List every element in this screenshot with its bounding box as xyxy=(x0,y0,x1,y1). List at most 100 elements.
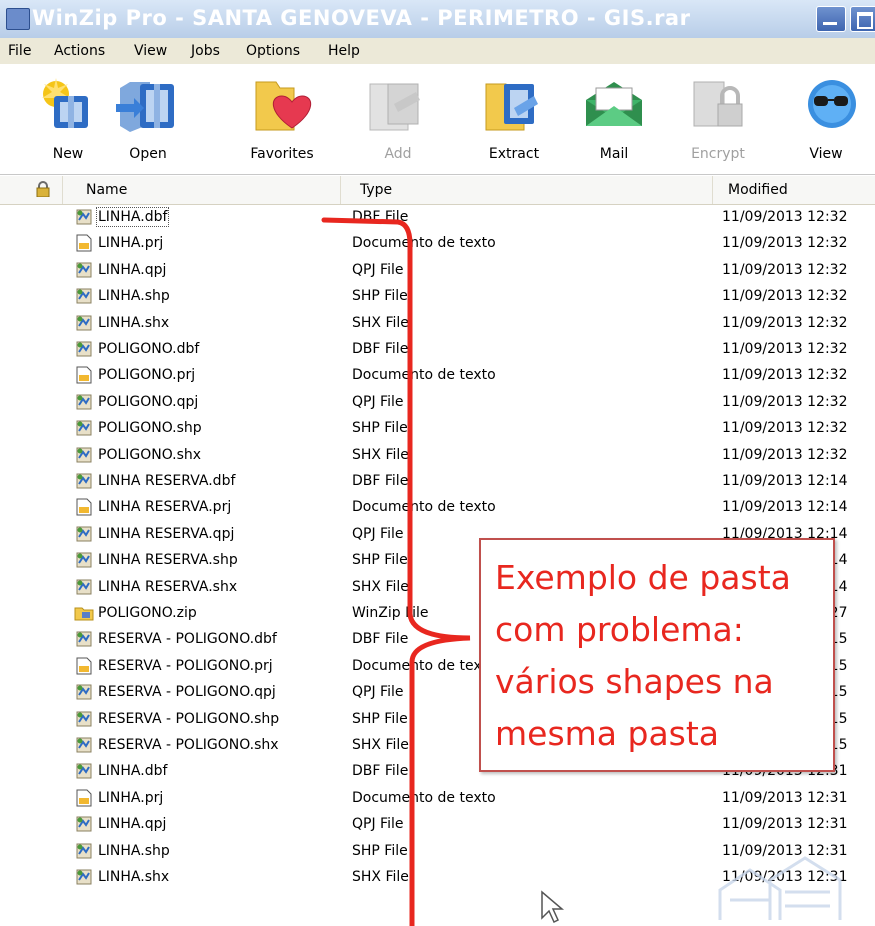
file-modified: 11/09/2013 12:32 xyxy=(722,446,848,463)
file-name: LINHA.dbf xyxy=(95,207,170,227)
text-document-icon xyxy=(74,498,94,516)
favorites-icon xyxy=(255,81,311,131)
menu-file[interactable]: File xyxy=(8,43,31,59)
shapefile-icon xyxy=(74,261,94,279)
new-archive-icon xyxy=(42,78,88,128)
file-name: LINHA.shx xyxy=(98,314,170,331)
file-name: LINHA RESERVA.shx xyxy=(98,578,238,595)
red-bracket-annotation xyxy=(321,217,471,926)
file-modified: 11/09/2013 12:32 xyxy=(722,288,848,305)
column-modified[interactable]: Modified xyxy=(728,182,788,198)
file-modified: 11/09/2013 12:32 xyxy=(722,341,848,357)
minimize-button[interactable] xyxy=(816,6,846,32)
shapefile-icon xyxy=(74,710,94,728)
file-list-header: Name Type Modified xyxy=(0,176,875,205)
extract-label: Extract xyxy=(488,146,540,162)
menu-jobs[interactable]: Jobs xyxy=(191,43,220,59)
extract-icon xyxy=(485,83,538,131)
favorites-label: Favorites xyxy=(250,146,314,162)
favorites-button[interactable]: Favorites xyxy=(240,74,324,162)
shapefile-icon xyxy=(74,578,94,596)
annotation-line-1: Exemplo de pasta xyxy=(495,558,791,597)
add-icon xyxy=(369,83,420,131)
open-label: Open xyxy=(129,146,167,162)
encrypt-label: Encrypt xyxy=(691,146,745,162)
shapefile-icon xyxy=(74,630,94,648)
file-modified: 11/09/2013 12:32 xyxy=(722,420,848,437)
file-name: POLIGONO.qpj xyxy=(98,393,199,410)
file-name: RESERVA - POLIGONO.dbf xyxy=(98,631,277,648)
annotation-line-3: vários shapes na xyxy=(495,662,774,701)
window-title: WinZip Pro - SANTA GENOVEVA - PERIMETRO … xyxy=(32,6,691,30)
file-name: LINHA.shp xyxy=(98,288,170,305)
text-document-icon xyxy=(74,657,94,675)
file-modified: 11/09/2013 12:32 xyxy=(722,393,848,410)
shapefile-icon xyxy=(74,393,94,411)
menu-options[interactable]: Options xyxy=(246,43,300,59)
zip-archive-icon xyxy=(74,604,94,622)
file-name: LINHA.prj xyxy=(98,235,164,252)
mail-label: Mail xyxy=(599,146,629,162)
text-document-icon xyxy=(74,366,94,384)
file-modified: 11/09/2013 12:32 xyxy=(722,235,848,252)
file-name: POLIGONO.zip xyxy=(98,605,197,621)
extract-button[interactable]: Extract xyxy=(472,74,556,162)
file-name: POLIGONO.prj xyxy=(98,367,196,384)
view-button[interactable]: View xyxy=(784,74,868,162)
file-name: LINHA.prj xyxy=(98,789,164,806)
open-button[interactable]: Open xyxy=(106,74,190,162)
file-name: RESERVA - POLIGONO.shx xyxy=(98,737,279,753)
menu-actions[interactable]: Actions xyxy=(54,43,105,59)
file-name: LINHA RESERVA.shp xyxy=(98,552,238,569)
file-modified: 11/09/2013 12:32 xyxy=(722,367,848,384)
file-name: RESERVA - POLIGONO.prj xyxy=(98,657,273,674)
shapefile-icon xyxy=(74,683,94,701)
annotation-line-4: mesma pasta xyxy=(495,714,720,753)
file-name: LINHA.shx xyxy=(98,869,170,885)
winzip-app-icon xyxy=(6,8,30,30)
mouse-cursor-icon xyxy=(541,890,565,924)
file-name: POLIGONO.shx xyxy=(98,446,202,463)
menu-help[interactable]: Help xyxy=(328,43,360,59)
shapefile-icon xyxy=(74,340,94,358)
new-button[interactable]: New xyxy=(26,74,110,162)
menu-bar: File Actions View Jobs Options Help xyxy=(0,38,875,64)
file-name: LINHA RESERVA.prj xyxy=(98,499,232,516)
shapefile-icon xyxy=(74,815,94,833)
shapefile-icon xyxy=(74,208,94,226)
file-name: LINHA RESERVA.dbf xyxy=(98,473,236,489)
file-name: LINHA.qpj xyxy=(98,261,167,278)
shapefile-icon xyxy=(74,762,94,780)
file-name: LINHA.shp xyxy=(98,842,170,859)
menu-view[interactable]: View xyxy=(134,43,167,59)
file-modified: 11/09/2013 12:32 xyxy=(722,261,848,278)
column-type[interactable]: Type xyxy=(360,182,392,198)
text-document-icon xyxy=(74,789,94,807)
file-modified: 11/09/2013 12:14 xyxy=(722,473,848,489)
title-bar: WinZip Pro - SANTA GENOVEVA - PERIMETRO … xyxy=(0,0,875,39)
shapefile-icon xyxy=(74,868,94,886)
mail-icon xyxy=(586,82,642,126)
encrypt-icon xyxy=(693,81,743,127)
shapefile-icon xyxy=(74,736,94,754)
shapefile-icon xyxy=(74,419,94,437)
view-label: View xyxy=(809,146,843,162)
file-modified: 11/09/2013 12:32 xyxy=(722,209,848,225)
encrypt-button[interactable]: Encrypt xyxy=(676,74,760,162)
column-name[interactable]: Name xyxy=(86,182,127,198)
open-archive-icon xyxy=(116,82,174,132)
file-modified: 11/09/2013 12:32 xyxy=(722,314,848,331)
file-name: RESERVA - POLIGONO.qpj xyxy=(98,684,276,701)
text-document-icon xyxy=(74,234,94,252)
file-name: LINHA.dbf xyxy=(98,763,168,780)
file-name: LINHA RESERVA.qpj xyxy=(98,525,235,542)
add-button[interactable]: Add xyxy=(356,74,440,162)
mail-button[interactable]: Mail xyxy=(572,74,656,162)
shapefile-icon xyxy=(74,525,94,543)
shapefile-icon xyxy=(74,472,94,490)
file-name: POLIGONO.dbf xyxy=(98,341,200,357)
maximize-button[interactable] xyxy=(850,6,875,32)
add-label: Add xyxy=(384,146,412,162)
file-name: POLIGONO.shp xyxy=(98,420,202,437)
shapefile-icon xyxy=(74,314,94,332)
